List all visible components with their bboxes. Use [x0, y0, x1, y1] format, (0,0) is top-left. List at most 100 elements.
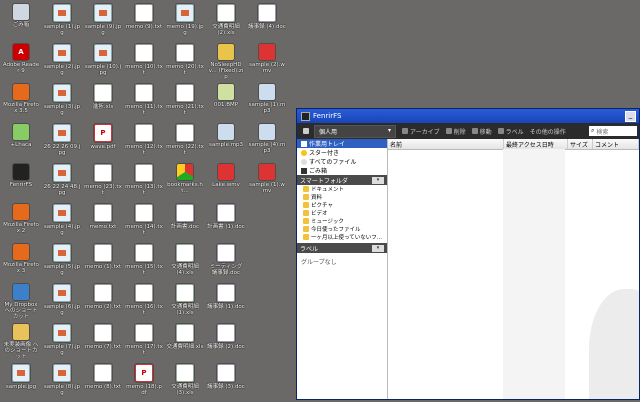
desktop-icon-53[interactable]: sample.mp3 — [207, 122, 245, 162]
desktop-icon-50[interactable]: 交通費明細 (2).xls — [207, 2, 245, 42]
desktop-icon-15[interactable]: sample (4).jpg — [43, 202, 81, 242]
desktop-icon-62[interactable]: sample (1).mp3 — [248, 82, 286, 122]
desktop-icon-49[interactable]: 交通費明細 (3).xls — [166, 362, 204, 402]
sidebar-item-tray[interactable]: 作業用トレイ — [297, 139, 387, 148]
desktop-icon-36[interactable]: memo (15).txt — [125, 242, 163, 282]
desktop-icon-43[interactable]: memo (22).txt — [166, 122, 204, 162]
desktop-icon-54[interactable]: Lake.wmv — [207, 162, 245, 202]
desktop-icon-48[interactable]: 交通費明細.xls — [166, 322, 204, 362]
desktop-icon-label: 議事録 (1).doc — [207, 304, 245, 310]
profile-menu-icon[interactable] — [303, 128, 311, 134]
desktop-icon-6[interactable]: Mozilla Firefox 3 — [2, 242, 40, 282]
desktop-icon-40[interactable]: memo (19).jpg — [166, 2, 204, 42]
sidebar-item-all-files[interactable]: すべてのファイル — [297, 157, 387, 166]
desktop-icon-11[interactable]: sample (2).jpg — [43, 42, 81, 82]
smart-folder-item[interactable]: ピクチャ — [297, 201, 387, 209]
smart-folder-item[interactable]: ドキュメント — [297, 185, 387, 193]
label-header: ラベル ▾ — [297, 243, 387, 253]
desktop-icon-1[interactable]: A Adobe Reader 9 — [2, 42, 40, 82]
desktop-icon-12[interactable]: sample (3).jpg — [43, 82, 81, 122]
desktop-icon-37[interactable]: memo (16).txt — [125, 282, 163, 322]
desktop-icon-39[interactable]: Pmemo (18).pdf — [125, 362, 163, 402]
desktop-icon-24[interactable]: memo (23).txt — [84, 162, 122, 202]
add-smart-folder-button[interactable]: ▾ — [372, 176, 384, 184]
desktop-icon-47[interactable]: 交通費明細 (1).xls — [166, 282, 204, 322]
desktop-icon-14[interactable]: 26 22 24 48.jpg — [43, 162, 81, 202]
desktop-icon-42[interactable]: memo (21).txt — [166, 82, 204, 122]
desktop-icon-19[interactable]: sample (8).jpg — [43, 362, 81, 402]
desktop-icon-33[interactable]: memo (12).txt — [125, 122, 163, 162]
desktop-icon-5[interactable]: Mozilla Firefox 2 — [2, 202, 40, 242]
desktop-icon-64[interactable]: sample (1).wmv — [248, 162, 286, 202]
xls-file-icon — [176, 364, 194, 382]
minimize-button[interactable]: _ — [625, 110, 636, 122]
desktop-icon-61[interactable]: sample (2).wmv — [248, 42, 286, 82]
archive-button[interactable]: アーカイブ — [402, 127, 440, 136]
desktop-icon-2[interactable]: Mozilla Firefox 3.5 — [2, 82, 40, 122]
profile-dropdown[interactable]: 個人用 ▾ — [314, 124, 396, 138]
desktop-icon-26[interactable]: memo (1).txt — [84, 242, 122, 282]
column-comment[interactable]: コメント — [593, 139, 639, 149]
desktop-icon-13[interactable]: 26 22 26 09.jpg — [43, 122, 81, 162]
smart-folder-item[interactable]: ビデオ — [297, 209, 387, 217]
desktop-icon-44[interactable]: bookmarks.ht... — [166, 162, 204, 202]
desktop-icon-55[interactable]: 計画書 (1).doc — [207, 202, 245, 242]
desktop-icon-41[interactable]: memo (20).txt — [166, 42, 204, 82]
desktop-icon-29[interactable]: memo (8).txt — [84, 362, 122, 402]
desktop-icon-32[interactable]: memo (11).txt — [125, 82, 163, 122]
smart-folder-item[interactable]: ミュージック — [297, 217, 387, 225]
desktop-icon-21[interactable]: sample (10).jpg — [84, 42, 122, 82]
add-label-button[interactable]: ▾ — [372, 244, 384, 252]
column-name[interactable]: 名前 — [388, 139, 504, 149]
desktop-icon-16[interactable]: sample (5).jpg — [43, 242, 81, 282]
move-button[interactable]: 移動 — [471, 127, 492, 136]
desktop-icon-17[interactable]: sample (6).jpg — [43, 282, 81, 322]
desktop-icon-18[interactable]: sample (7).jpg — [43, 322, 81, 362]
desktop-icon-63[interactable]: sample (4).mp3 — [248, 122, 286, 162]
desktop-icon-35[interactable]: memo (14).txt — [125, 202, 163, 242]
search-input[interactable]: ⌕ 検索 — [589, 126, 637, 136]
desktop-icon-46[interactable]: 交通費明細 (4).xls — [166, 242, 204, 282]
delete-button[interactable]: 削除 — [445, 127, 466, 136]
sidebar-item-starred[interactable]: スター付き — [297, 148, 387, 157]
desktop-icon-57[interactable]: 議事録 (1).doc — [207, 282, 245, 322]
desktop-icon-0[interactable]: ごみ箱 — [2, 2, 40, 42]
desktop-icon-34[interactable]: memo (13).txt — [125, 162, 163, 202]
desktop-icon-27[interactable]: memo (2).txt — [84, 282, 122, 322]
fenrirfs-window[interactable]: FenrirFS _ 個人用 ▾ アーカイブ 削除 移動 ラベル その他の操作 … — [296, 108, 640, 400]
desktop-icon-25[interactable]: memo.txt — [84, 202, 122, 242]
desktop-icon-38[interactable]: memo (17).txt — [125, 322, 163, 362]
xls-file-icon — [176, 324, 194, 342]
desktop-icon-9[interactable]: sample.jpg — [2, 362, 40, 402]
smart-folder-item[interactable]: 一ヶ月以上使っていないフ... — [297, 233, 387, 241]
smart-folder-item[interactable]: 今日使ったファイル — [297, 225, 387, 233]
desktop-icon-7[interactable]: My Dropbox へのショートカット — [2, 282, 40, 322]
desktop-icon-51[interactable]: NoSleepHDv... (Fixed).zip — [207, 42, 245, 82]
ff-file-icon — [13, 244, 29, 260]
desktop-icon-23[interactable]: Pwave.pdf — [84, 122, 122, 162]
desktop-icon-8[interactable]: 未実装画像 へのショートカット — [2, 322, 40, 362]
desktop-icon-20[interactable]: sample (9).jpg — [84, 2, 122, 42]
file-list[interactable]: 名前 最終アクセス日時 サイズ コメント — [388, 139, 639, 399]
other-actions-button[interactable]: その他の操作 — [530, 127, 566, 136]
desktop-icon-28[interactable]: memo (7).txt — [84, 322, 122, 362]
desktop-icon-59[interactable]: 議事録 (3).doc — [207, 362, 245, 402]
desktop-icon-60[interactable]: 議事録 (4).doc — [248, 2, 286, 42]
smart-folder-item[interactable]: 資料 — [297, 193, 387, 201]
desktop-icon-3[interactable]: +Lhaca — [2, 122, 40, 162]
column-size[interactable]: サイズ — [568, 139, 593, 149]
desktop-icon-10[interactable]: sample (1).jpg — [43, 2, 81, 42]
label-button[interactable]: ラベル — [497, 127, 524, 136]
desktop-icon-22[interactable]: 進捗.xls — [84, 82, 122, 122]
desktop-icon-56[interactable]: ミーティング議事録.doc — [207, 242, 245, 282]
column-last-access[interactable]: 最終アクセス日時 — [504, 139, 568, 149]
desktop-icon-label: memo (14).txt — [125, 224, 163, 236]
desktop-icon-31[interactable]: memo (10).txt — [125, 42, 163, 82]
desktop-icon-30[interactable]: memo (9).txt — [125, 2, 163, 42]
desktop-icon-45[interactable]: 計画書.doc — [166, 202, 204, 242]
desktop-icon-52[interactable]: 001.BMP — [207, 82, 245, 122]
desktop-icon-4[interactable]: FenrirFS — [2, 162, 40, 202]
desktop-icon-58[interactable]: 議事録 (2).doc — [207, 322, 245, 362]
title-bar[interactable]: FenrirFS _ — [297, 109, 639, 123]
sidebar-item-trash[interactable]: ごみ箱 — [297, 166, 387, 175]
